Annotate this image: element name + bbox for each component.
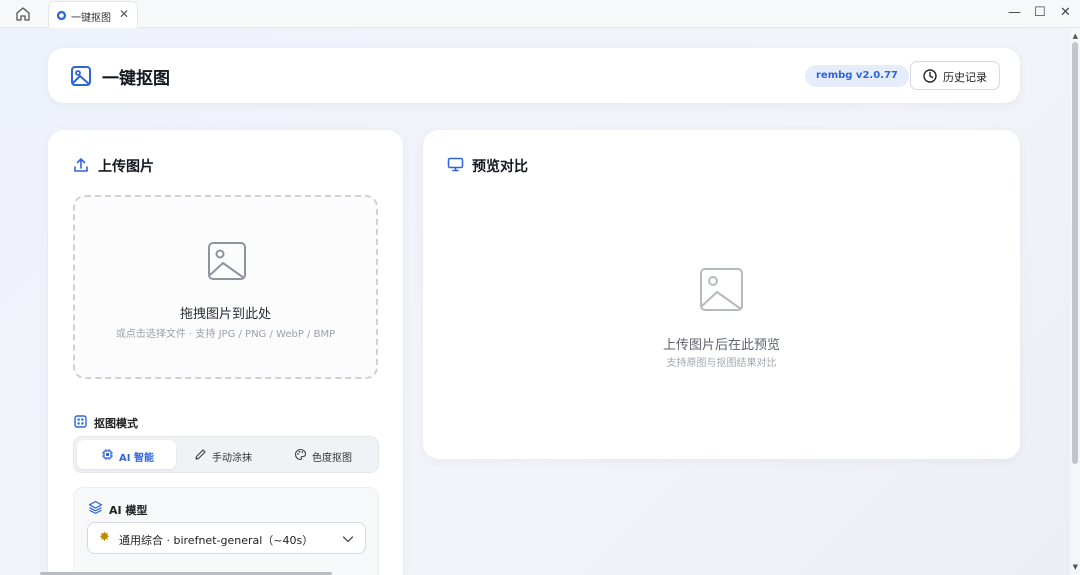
tab-chroma-label: 色度抠图: [312, 453, 352, 464]
image-placeholder-icon: [208, 242, 246, 280]
version-badge: rembg v2.0.77: [805, 65, 909, 87]
close-window-icon[interactable]: ✕: [1060, 5, 1071, 21]
chevron-down-icon: [342, 536, 354, 543]
browser-tab[interactable]: 一键抠图 ✕: [48, 1, 138, 28]
preview-panel: 预览对比 上传图片后在此预览 支持原图与抠图结果对比: [423, 130, 1020, 459]
upload-icon: [74, 158, 88, 172]
pencil-icon: [195, 449, 206, 460]
tab-close-icon[interactable]: ✕: [119, 7, 129, 21]
history-label: 历史记录: [943, 71, 987, 84]
preview-placeholder-title: 上传图片后在此预览: [662, 338, 780, 353]
monitor-icon: [447, 157, 464, 172]
scroll-up-icon[interactable]: ▲: [1073, 32, 1078, 40]
tab-manual-label: 手动涂抹: [212, 453, 252, 464]
image-dropzone[interactable]: 拖拽图片到此处 或点击选择文件 · 支持 JPG / PNG / WebP / …: [73, 195, 378, 379]
app-favicon-icon: [56, 10, 67, 21]
maximize-icon[interactable]: ☐: [1034, 5, 1046, 21]
upload-title: 上传图片: [98, 159, 154, 175]
dropzone-title: 拖拽图片到此处: [179, 307, 271, 322]
model-select[interactable]: ✸ 通用综合 · birefnet-general（~40s）: [87, 522, 366, 554]
home-icon[interactable]: [14, 6, 32, 22]
clock-icon: [923, 69, 937, 83]
tab-manual-mode[interactable]: 手动涂抹: [178, 440, 276, 469]
palette-icon: [295, 448, 307, 461]
tab-ai-label: AI 智能: [119, 453, 154, 464]
grid-icon: [74, 415, 87, 428]
upload-panel: 上传图片 拖拽图片到此处 或点击选择文件 · 支持 JPG / PNG / We…: [48, 130, 403, 575]
image-placeholder-icon: [700, 268, 743, 311]
app-header: 一键抠图 rembg v2.0.77 历史记录: [48, 48, 1020, 103]
layers-icon: [88, 500, 103, 514]
tab-ai-mode[interactable]: AI 智能: [77, 440, 176, 469]
minimize-icon[interactable]: —: [1008, 5, 1021, 21]
browser-titlebar: 一键抠图 ✕ — ☐ ✕: [0, 0, 1080, 28]
image-icon: [71, 66, 91, 86]
mode-tabs: AI 智能 手动涂抹 色度抠图: [73, 436, 379, 473]
tab-chroma-mode[interactable]: 色度抠图: [278, 440, 376, 469]
chip-icon: [102, 449, 113, 460]
page-title: 一键抠图: [102, 69, 170, 89]
history-button[interactable]: 历史记录: [910, 61, 1000, 90]
preview-placeholder-subtitle: 支持原图与抠图结果对比: [666, 358, 777, 369]
sparkle-icon: ✸: [99, 530, 110, 545]
scroll-down-icon[interactable]: ▼: [1073, 563, 1078, 571]
model-label: AI 模型: [109, 504, 148, 517]
scrollbar-thumb[interactable]: [1072, 42, 1078, 464]
preview-title: 预览对比: [472, 159, 528, 175]
mode-title: 抠图模式: [94, 417, 138, 430]
tab-title: 一键抠图: [71, 13, 111, 24]
dropzone-subtitle: 或点击选择文件 · 支持 JPG / PNG / WebP / BMP: [115, 329, 336, 340]
model-selected-value: 通用综合 · birefnet-general（~40s）: [119, 534, 314, 547]
model-panel: AI 模型 ✸ 通用综合 · birefnet-general（~40s）: [73, 487, 379, 575]
